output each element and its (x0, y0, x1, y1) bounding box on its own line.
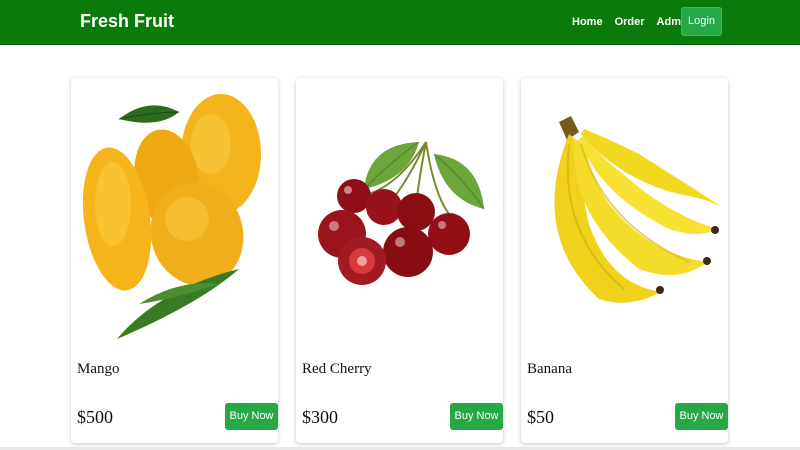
mango-image (79, 84, 270, 339)
banana-image (529, 84, 720, 339)
product-price: $500 (77, 407, 113, 427)
product-card-banana: Banana $50 Buy Now (521, 78, 728, 443)
login-button[interactable]: Login (681, 7, 722, 36)
product-card-mango: Mango $500 Buy Now (71, 78, 278, 443)
brand-logo-text[interactable]: Fresh Fruit (80, 11, 174, 32)
product-name: Mango (77, 361, 120, 377)
product-price: $300 (302, 407, 338, 427)
cherry-image (304, 84, 495, 339)
navbar: Fresh Fruit Home Order Admin Login (0, 0, 800, 45)
product-card-red-cherry: Red Cherry $300 Buy Now (296, 78, 503, 443)
buy-now-button[interactable]: Buy Now (225, 403, 278, 430)
buy-now-button[interactable]: Buy Now (450, 403, 503, 430)
nav-link-order[interactable]: Order (615, 16, 645, 28)
nav-link-home[interactable]: Home (572, 16, 603, 28)
product-name: Red Cherry (302, 361, 372, 377)
nav-links: Home Order Admin (572, 16, 691, 28)
product-name: Banana (527, 361, 572, 377)
buy-now-button[interactable]: Buy Now (675, 403, 728, 430)
product-price: $50 (527, 407, 554, 427)
